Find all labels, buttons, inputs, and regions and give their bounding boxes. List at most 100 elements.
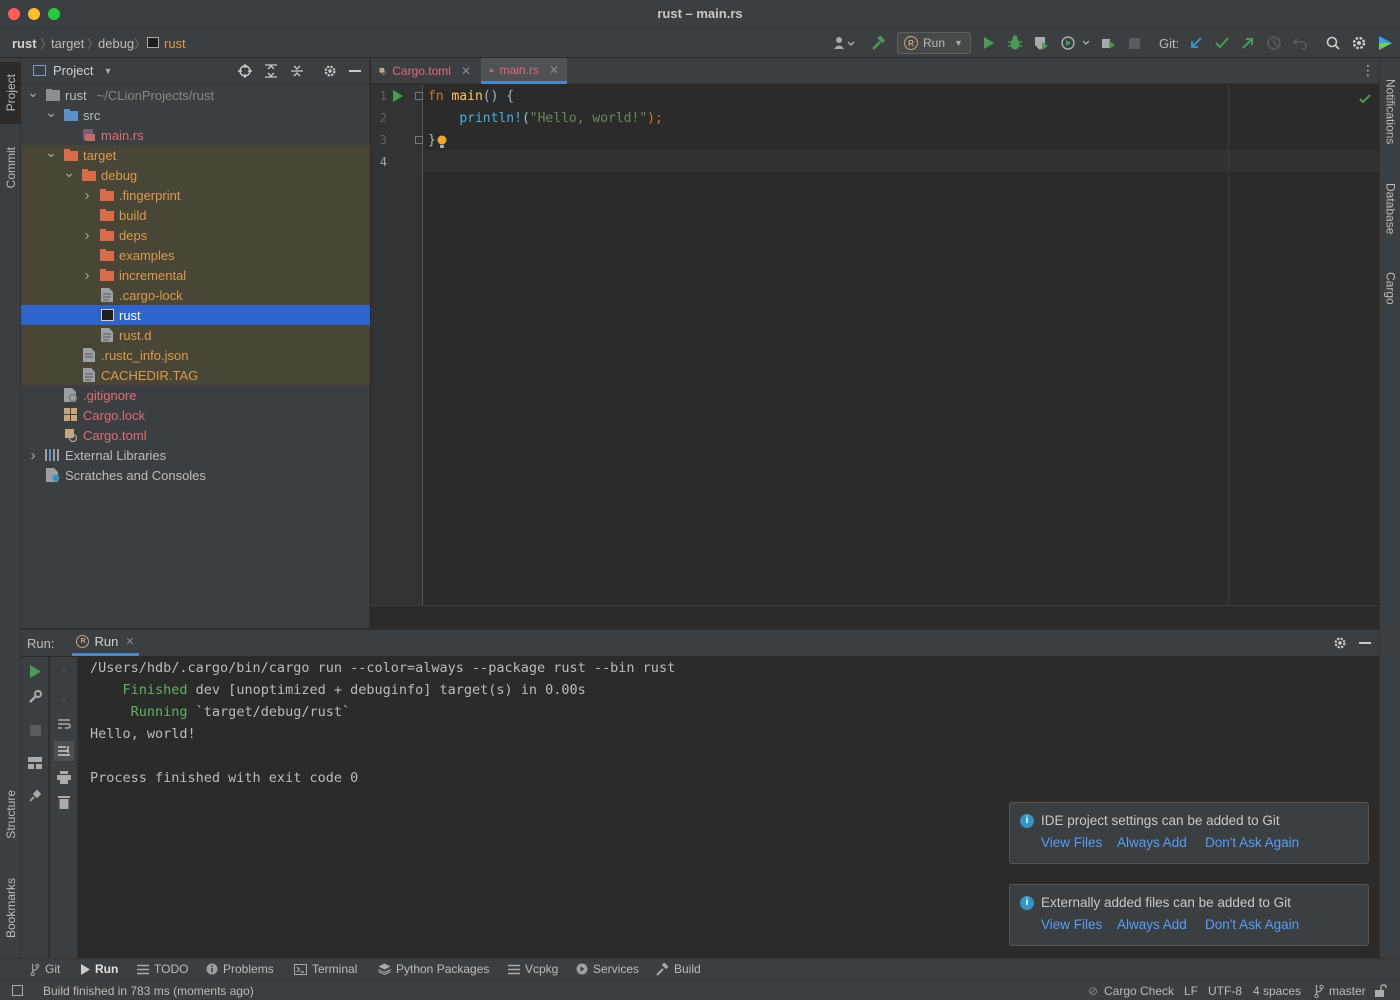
tree-item[interactable]: Cargo.lock	[21, 405, 370, 425]
tool-tab-commit[interactable]: Commit	[0, 136, 21, 200]
locate-file-icon[interactable]	[238, 64, 252, 81]
tool-tab-bookmarks[interactable]: Bookmarks	[0, 866, 21, 950]
tool-window-python-packages[interactable]: Python Packages	[378, 962, 489, 976]
status-message[interactable]: Build finished in 783 ms (moments ago)	[43, 984, 254, 998]
breadcrumb-item-debug[interactable]: debug	[98, 36, 134, 51]
view-files-link[interactable]: View Files	[1041, 835, 1102, 850]
line-separator-select[interactable]: LF	[1184, 984, 1198, 998]
always-add-link[interactable]: Always Add	[1117, 917, 1187, 932]
run-session-tab[interactable]: R Run ✕	[72, 630, 139, 656]
tree-item[interactable]: .cargo-lock	[21, 285, 370, 305]
more-options-icon[interactable]: ⋮	[1361, 63, 1375, 77]
tree-item[interactable]: rust	[21, 305, 370, 325]
cargo-check-toggle[interactable]: Cargo Check	[1104, 984, 1174, 998]
tool-window-services[interactable]: Services	[576, 962, 639, 976]
tree-item[interactable]: › External Libraries	[21, 445, 370, 465]
settings-gear-icon[interactable]	[323, 64, 337, 81]
indent-select[interactable]: 4 spaces	[1253, 984, 1301, 998]
hide-panel-icon[interactable]	[1359, 642, 1371, 644]
tree-item[interactable]: › incremental	[21, 265, 370, 285]
code-line-3[interactable]: }	[428, 133, 436, 148]
tree-item[interactable]: ⌄ debug	[21, 164, 370, 185]
tool-tab-structure[interactable]: Structure	[0, 776, 21, 852]
tree-item[interactable]: Cargo.toml	[21, 425, 370, 445]
tree-item[interactable]: › .fingerprint	[21, 185, 370, 205]
build-hammer-icon[interactable]	[869, 34, 887, 52]
tree-item[interactable]: .rustc_info.json	[21, 345, 370, 365]
stop-icon[interactable]	[1126, 34, 1142, 52]
git-history-clock-icon[interactable]	[1265, 34, 1283, 52]
tool-tab-cargo[interactable]: Cargo	[1380, 260, 1400, 316]
rerun-play-icon[interactable]	[27, 663, 43, 679]
attach-process-icon[interactable]	[1099, 34, 1117, 52]
view-files-link[interactable]: View Files	[1041, 917, 1102, 932]
close-tab-icon[interactable]: ✕	[461, 64, 471, 78]
edit-config-wrench-icon[interactable]	[27, 689, 43, 705]
tree-item[interactable]: ⌄ target	[21, 144, 370, 165]
debug-bug-icon[interactable]	[1006, 34, 1024, 52]
jetbrains-toolbox-icon[interactable]	[1376, 34, 1394, 52]
tool-window-run[interactable]: Run	[81, 962, 118, 976]
code-line-2[interactable]: println!("Hello, world!");	[428, 111, 663, 126]
tree-item[interactable]: build	[21, 205, 370, 225]
profiler-icon[interactable]	[1058, 34, 1092, 52]
tool-tab-database[interactable]: Database	[1380, 174, 1400, 244]
arrow-up-icon[interactable]: ↑	[56, 663, 72, 679]
chevron-down-icon[interactable]: ⌄	[63, 164, 75, 181]
settings-gear-icon[interactable]	[1350, 34, 1368, 52]
always-add-link[interactable]: Always Add	[1117, 835, 1187, 850]
arrow-down-icon[interactable]: ↓	[56, 689, 72, 705]
editor-tab-cargo-toml[interactable]: Cargo.toml ✕	[371, 58, 479, 84]
dont-ask-again-link[interactable]: Don't Ask Again	[1205, 835, 1299, 850]
soft-wrap-icon[interactable]	[56, 716, 72, 732]
tool-window-git[interactable]: Git	[30, 962, 60, 976]
breadcrumb-item-target[interactable]: target	[51, 36, 84, 51]
code-line-1[interactable]: fn main() {	[428, 89, 514, 104]
chevron-down-icon[interactable]: ⌄	[27, 84, 39, 101]
git-commit-check-icon[interactable]	[1213, 34, 1231, 52]
chevron-down-icon[interactable]: ▼	[103, 66, 112, 76]
tool-window-vcpkg[interactable]: Vcpkg	[508, 962, 558, 976]
intention-bulb-icon[interactable]	[437, 135, 447, 152]
unlock-readonly-icon[interactable]	[1375, 984, 1387, 1000]
settings-gear-icon[interactable]	[1333, 636, 1347, 653]
tree-item[interactable]: ⌄ rust ~/CLionProjects/rust	[21, 84, 370, 105]
tree-item[interactable]: › deps	[21, 225, 370, 245]
scroll-to-end-icon[interactable]	[54, 741, 74, 761]
user-account-icon[interactable]	[830, 34, 858, 52]
chevron-right-icon[interactable]: ›	[27, 447, 39, 464]
print-icon[interactable]	[56, 769, 72, 785]
expand-all-icon[interactable]	[264, 64, 278, 81]
git-update-arrow-icon[interactable]	[1187, 34, 1205, 52]
run-configuration-select[interactable]: R Run ▼	[897, 32, 971, 54]
close-tab-icon[interactable]: ✕	[549, 63, 559, 77]
chevron-down-icon[interactable]: ⌄	[45, 104, 57, 121]
hide-panel-icon[interactable]	[349, 70, 361, 72]
tool-tab-notifications[interactable]: Notifications	[1380, 68, 1400, 156]
editor-tab-main-rs[interactable]: main.rs ✕	[481, 58, 567, 84]
tree-item[interactable]: Scratches and Consoles	[21, 465, 370, 485]
chevron-right-icon[interactable]: ›	[81, 187, 93, 204]
tree-item[interactable]: ⌄ src	[21, 104, 370, 125]
pin-tab-icon[interactable]	[27, 788, 43, 804]
fold-marker-icon[interactable]	[415, 92, 423, 100]
chevron-right-icon[interactable]: ›	[81, 267, 93, 284]
run-gutter-play-icon[interactable]	[393, 90, 403, 105]
close-tab-icon[interactable]: ✕	[125, 635, 134, 648]
stop-icon[interactable]	[27, 722, 43, 738]
chevron-down-icon[interactable]: ⌄	[45, 144, 57, 161]
fold-marker-icon[interactable]	[415, 136, 423, 144]
git-push-arrow-icon[interactable]	[1239, 34, 1257, 52]
tree-item[interactable]: examples	[21, 245, 370, 265]
git-rollback-icon[interactable]	[1291, 34, 1309, 52]
tree-item[interactable]: CACHEDIR.TAG	[21, 365, 370, 385]
collapse-all-icon[interactable]	[290, 64, 304, 81]
tool-window-todo[interactable]: TODO	[137, 962, 188, 976]
run-with-coverage-icon[interactable]	[1032, 34, 1050, 52]
encoding-select[interactable]: UTF-8	[1208, 984, 1242, 998]
inspection-ok-check-icon[interactable]	[1359, 92, 1371, 107]
breadcrumb-item-rust-binary[interactable]: rust	[164, 36, 186, 51]
tree-item[interactable]: main.rs	[21, 125, 370, 145]
tool-window-build[interactable]: Build	[656, 962, 701, 976]
toggle-tool-windows-icon[interactable]	[12, 985, 23, 996]
